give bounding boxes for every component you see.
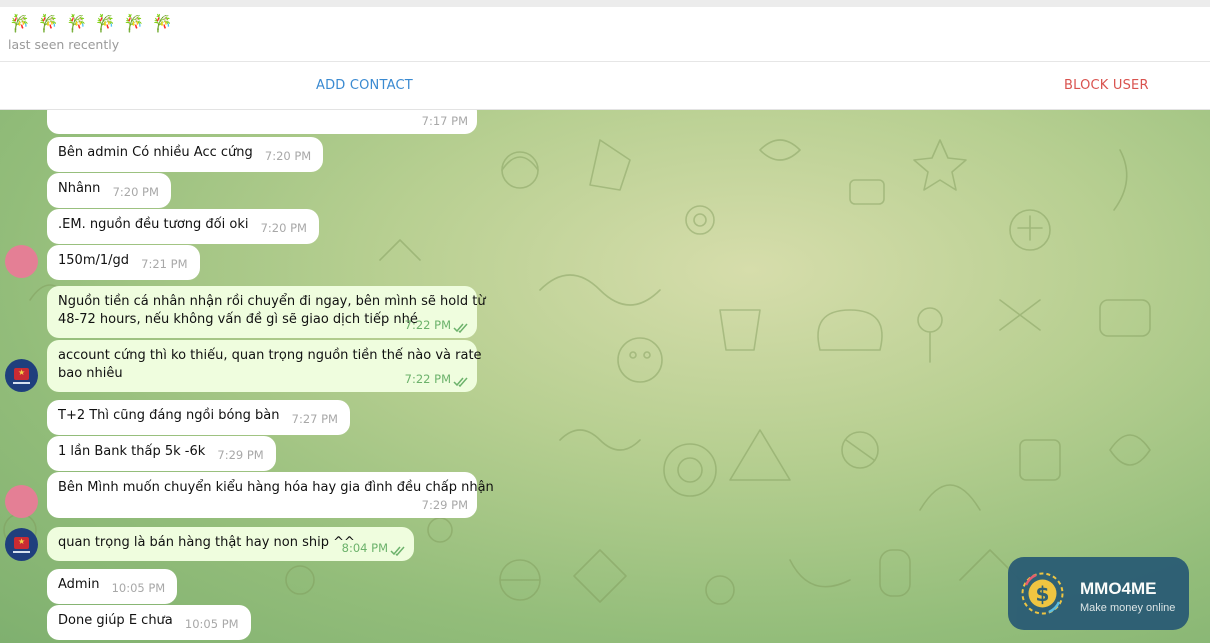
- message-bubble[interactable]: Bên Mình muốn chuyển kiểu hàng hóa hay g…: [47, 472, 494, 518]
- message-text: Done giúp E chưa: [58, 613, 173, 628]
- my-avatar[interactable]: ★: [5, 359, 38, 392]
- avatar-stripe: [13, 382, 30, 384]
- message-text: 1 lần Bank thấp 5k -6k: [58, 444, 206, 459]
- read-double-check-icon: [453, 323, 468, 333]
- message-time: 7:20 PM: [260, 221, 307, 235]
- contact-name[interactable]: 🎋 🎋 🎋 🎋 🎋 🎋: [9, 14, 174, 34]
- sender-avatar[interactable]: [5, 245, 38, 278]
- dollar-coin-icon: $: [1021, 572, 1064, 615]
- message-text-line: Nguồn tiền cá nhân nhận rồi chuyển đi ng…: [58, 294, 486, 309]
- message-text: Nhânn: [58, 181, 101, 196]
- message-time: 10:05 PM: [184, 617, 239, 631]
- message-bubble-outgoing[interactable]: quan trọng là bán hàng thật hay non ship…: [47, 527, 414, 561]
- message-text-line: account cứng thì ko thiếu, quan trọng ng…: [58, 348, 482, 363]
- message-bubble-outgoing[interactable]: Nguồn tiền cá nhân nhận rồi chuyển đi ng…: [47, 286, 486, 338]
- message-text: T+2 Thì cũng đáng ngồi bóng bàn: [58, 408, 280, 423]
- message-time: 7:20 PM: [264, 149, 312, 163]
- message-time: 7:20 PM: [112, 185, 159, 199]
- chat-header: 🎋 🎋 🎋 🎋 🎋 🎋 last seen recently: [0, 7, 1210, 62]
- message-bubble-outgoing[interactable]: account cứng thì ko thiếu, quan trọng ng…: [47, 340, 482, 392]
- message-time: 7:17 PM: [421, 114, 468, 128]
- message-bubble[interactable]: T+2 Thì cũng đáng ngồi bóng bàn 7:27 PM: [47, 400, 350, 435]
- message-time: 7:22 PM: [404, 372, 451, 386]
- my-avatar[interactable]: ★: [5, 528, 38, 561]
- message-bubble[interactable]: Done giúp E chưa 10:05 PM: [47, 605, 251, 640]
- message-text: .EM. nguồn đều tương đối oki: [58, 217, 249, 232]
- mmo4me-watermark: $ MMO4ME Make money online: [1008, 557, 1189, 630]
- avatar-stripe: [13, 551, 30, 553]
- message-time: 8:04 PM: [341, 541, 388, 555]
- message-text: Bên admin Có nhiều Acc cứng: [58, 145, 253, 160]
- watermark-tagline: Make money online: [1080, 602, 1176, 614]
- contact-actions-bar: ADD CONTACT BLOCK USER: [0, 62, 1210, 110]
- svg-text:$: $: [1036, 582, 1050, 606]
- add-contact-button[interactable]: ADD CONTACT: [316, 78, 413, 93]
- message-bubble[interactable]: 150m/1/gd 7:21 PM: [47, 245, 200, 280]
- message-text: Admin: [58, 577, 100, 592]
- sender-avatar[interactable]: [5, 485, 38, 518]
- message-time: 7:29 PM: [421, 498, 468, 512]
- message-bubble[interactable]: Bên admin Có nhiều Acc cứng 7:20 PM: [47, 137, 324, 172]
- message-time: 10:05 PM: [111, 581, 166, 595]
- message-text: quan trọng là bán hàng thật hay non ship…: [58, 535, 355, 550]
- message-bubble[interactable]: Admin 10:05 PM: [47, 569, 178, 604]
- message-time: 7:29 PM: [217, 448, 264, 462]
- read-double-check-icon: [390, 546, 405, 556]
- read-double-check-icon: [453, 377, 468, 387]
- block-user-button[interactable]: BLOCK USER: [1064, 78, 1149, 93]
- message-text: 150m/1/gd: [58, 253, 130, 268]
- watermark-brand: MMO4ME: [1080, 579, 1157, 598]
- message-time: 7:27 PM: [291, 412, 338, 426]
- message-bubble[interactable]: Nhânn 7:20 PM: [47, 173, 171, 208]
- message-bubble[interactable]: 7:17 PM: [47, 110, 477, 134]
- message-text: Bên Mình muốn chuyển kiểu hàng hóa hay g…: [58, 480, 494, 495]
- message-bubble[interactable]: 1 lần Bank thấp 5k -6k 7:29 PM: [47, 436, 276, 471]
- avatar-star-icon: ★: [18, 537, 26, 546]
- window-top-strip: [0, 0, 1210, 7]
- message-time: 7:22 PM: [404, 318, 451, 332]
- message-time: 7:21 PM: [141, 257, 188, 271]
- contact-status: last seen recently: [8, 37, 120, 52]
- avatar-star-icon: ★: [18, 368, 26, 377]
- message-bubble[interactable]: .EM. nguồn đều tương đối oki 7:20 PM: [47, 209, 319, 244]
